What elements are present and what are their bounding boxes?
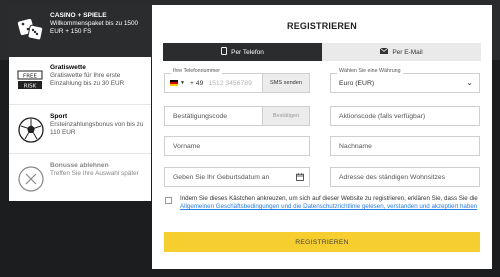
tab-label: Per Telefon xyxy=(231,48,264,56)
bonus-title: Gratiswette xyxy=(50,64,86,71)
bonus-sidebar: CASINO + SPIELE Willkommenspaket bis zu … xyxy=(9,5,151,201)
first-name-field[interactable]: Vorname xyxy=(164,136,310,156)
send-sms-button[interactable]: SMS senden xyxy=(262,74,309,92)
last-name-field[interactable]: Nachname xyxy=(330,136,480,156)
decline-x-icon xyxy=(15,163,47,195)
svg-text:RISK: RISK xyxy=(24,84,37,90)
football-icon xyxy=(15,114,47,146)
country-code: + 49 xyxy=(189,79,204,87)
currency-label: Wählen Sie eine Währung xyxy=(337,68,403,74)
currency-select[interactable]: Wählen Sie eine Währung Euro (EUR) ⌄ xyxy=(330,68,480,93)
registration-tabs: Per Telefon Per E-Mail xyxy=(163,43,481,61)
free-risk-icon: FREE RISK xyxy=(15,65,47,97)
chevron-down-icon[interactable]: ▼ xyxy=(180,80,185,86)
bonus-description: Treffen Sie Ihre Auswahl später xyxy=(50,170,139,177)
bonus-decline[interactable]: Bonusse ablehnen Treffen Sie Ihre Auswah… xyxy=(9,155,151,201)
bonus-description: Ersteinzahlungsbonus von bis zu 110 EUR xyxy=(50,121,144,136)
register-button[interactable]: REGISTRIEREN xyxy=(164,232,480,252)
tab-phone[interactable]: Per Telefon xyxy=(163,43,322,61)
bonus-casino[interactable]: CASINO + SPIELE Willkommenspaket bis zu … xyxy=(9,5,151,57)
bonus-title: Bonusse ablehnen xyxy=(50,162,109,169)
page-title: REGISTRIEREN xyxy=(287,21,357,31)
address-input[interactable]: Adresse des ständigen Wohnsitzes xyxy=(331,174,445,181)
registration-panel: REGISTRIEREN Per Telefon Per E-Mail Ihre… xyxy=(152,5,492,269)
phone-icon xyxy=(221,47,228,57)
germany-flag-icon xyxy=(170,80,178,86)
promo-code-input[interactable]: Aktionscode (falls verfügbar) xyxy=(331,113,425,120)
birthdate-input[interactable]: Geben Sie Ihr Geburtsdatum an xyxy=(165,174,269,181)
phone-field[interactable]: Ihre Telefonnummer ▼ + 49 1512 3456789 S… xyxy=(164,68,310,93)
confirmation-code-field[interactable]: Bestätigungscode Bestätigen xyxy=(164,106,310,126)
terms-checkbox[interactable] xyxy=(165,197,172,204)
birthdate-field[interactable]: Geben Sie Ihr Geburtsdatum an xyxy=(164,167,310,187)
chevron-down-icon: ⌄ xyxy=(466,78,473,87)
bonus-description: Willkommenspaket bis zu 1500 EUR + 150 F… xyxy=(50,20,139,35)
svg-text:FREE: FREE xyxy=(23,74,37,80)
address-field[interactable]: Adresse des ständigen Wohnsitzes xyxy=(330,167,480,187)
consent-sentence: Indem Sie dieses Kästchen ankreuzen, um … xyxy=(180,195,478,202)
bonus-free-bet[interactable]: FREE RISK Gratiswette Gratiswette für Ih… xyxy=(9,57,151,105)
calendar-icon[interactable] xyxy=(296,173,304,183)
last-name-input[interactable]: Nachname xyxy=(331,143,372,150)
bonus-description: Gratiswette für Ihre erste Einzahlung bi… xyxy=(50,72,125,87)
tab-email[interactable]: Per E-Mail xyxy=(322,43,481,61)
bonus-title: CASINO + SPIELE xyxy=(50,12,107,19)
phone-label: Ihre Telefonnummer xyxy=(171,68,223,74)
terms-consent: Indem Sie dieses Kästchen ankreuzen, um … xyxy=(165,195,483,211)
bonus-title: Sport xyxy=(50,113,68,120)
casino-dice-icon xyxy=(15,13,47,45)
first-name-input[interactable]: Vorname xyxy=(165,143,200,150)
consent-text: Indem Sie dieses Kästchen ankreuzen, um … xyxy=(180,195,483,211)
currency-value: Euro (EUR) xyxy=(339,79,375,87)
confirm-button[interactable]: Bestätigen xyxy=(262,107,309,125)
phone-input[interactable]: 1512 3456789 xyxy=(208,80,251,87)
envelope-icon xyxy=(380,47,389,56)
bonus-sport[interactable]: Sport Ersteinzahlungsbonus von bis zu 11… xyxy=(9,106,151,154)
promo-code-field[interactable]: Aktionscode (falls verfügbar) xyxy=(330,106,480,126)
confirmation-code-input[interactable]: Bestätigungscode xyxy=(165,113,227,120)
terms-link[interactable]: Allgemeinen Geschäftsbedingungen und die… xyxy=(180,203,477,210)
tab-label: Per E-Mail xyxy=(392,48,423,56)
